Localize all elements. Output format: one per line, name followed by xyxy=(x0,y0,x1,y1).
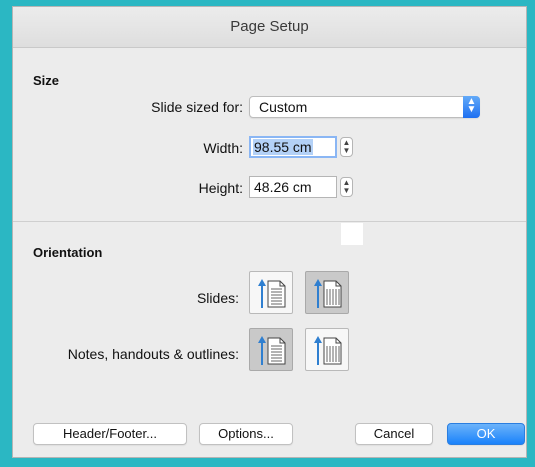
notes-landscape-button[interactable] xyxy=(305,328,349,371)
title-bar: Page Setup xyxy=(13,7,526,48)
slide-sized-for-value: Custom xyxy=(259,99,308,115)
width-label: Width: xyxy=(203,140,243,156)
width-value: 98.55 cm xyxy=(253,139,313,155)
height-field[interactable]: 48.26 cm xyxy=(249,176,337,198)
chevron-up-down-icon[interactable]: ▲ ▼ xyxy=(463,96,480,118)
landscape-orientation-icon xyxy=(314,336,342,365)
section-divider xyxy=(13,221,526,222)
options-button[interactable]: Options... xyxy=(199,423,293,445)
height-stepper-icon[interactable]: ▲ ▼ xyxy=(340,177,353,197)
page-setup-dialog: Page Setup Size Slide sized for: Custom … xyxy=(12,6,527,458)
portrait-orientation-icon xyxy=(258,279,286,308)
size-section-label: Size xyxy=(33,73,60,88)
cancel-button[interactable]: Cancel xyxy=(355,423,433,445)
slides-landscape-button[interactable] xyxy=(305,271,349,314)
height-label: Height: xyxy=(198,180,243,196)
landscape-orientation-icon xyxy=(314,279,342,308)
height-value: 48.26 cm xyxy=(254,179,312,195)
notes-portrait-button[interactable] xyxy=(249,328,293,371)
slides-portrait-button[interactable] xyxy=(249,271,293,314)
width-field[interactable]: 98.55 cm xyxy=(249,136,337,158)
header-footer-button[interactable]: Header/Footer... xyxy=(33,423,187,445)
slides-label: Slides: xyxy=(196,290,239,306)
notes-handouts-outlines-label: Notes, handouts & outlines: xyxy=(67,346,239,362)
width-stepper-icon[interactable]: ▲ ▼ xyxy=(340,137,353,157)
window-title: Page Setup xyxy=(230,18,309,35)
slide-sized-for-label: Slide sized for: xyxy=(151,99,243,115)
white-square xyxy=(341,223,363,245)
orientation-section-label: Orientation xyxy=(33,245,103,260)
portrait-orientation-icon xyxy=(258,336,286,365)
slide-sized-for-popup[interactable]: Custom ▲ ▼ xyxy=(249,96,480,118)
ok-button[interactable]: OK xyxy=(447,423,525,445)
